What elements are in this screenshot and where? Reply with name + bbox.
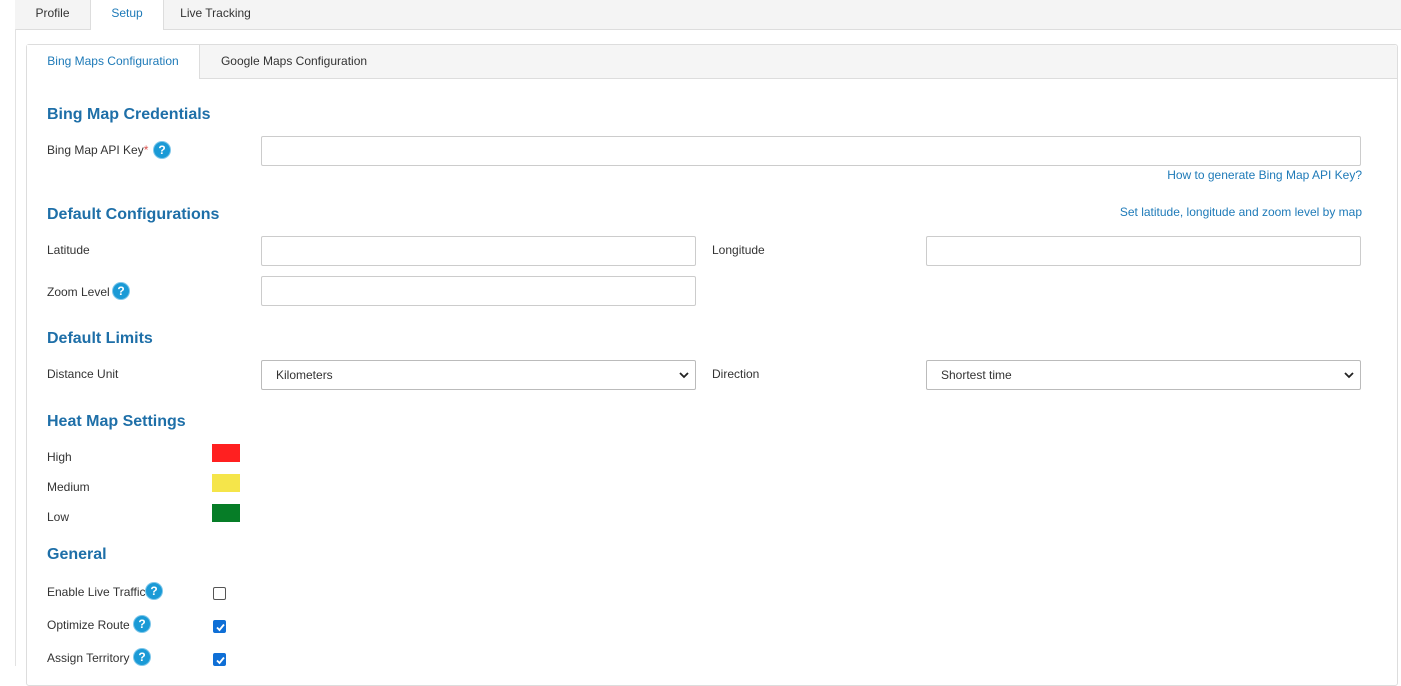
distance-unit-select[interactable]: Kilometers [261, 360, 696, 390]
api-key-label-text: Bing Map API Key [47, 143, 144, 157]
section-title-credentials: Bing Map Credentials [47, 106, 211, 123]
distance-unit-label: Distance Unit [47, 367, 119, 381]
heat-high-label: High [47, 450, 72, 464]
longitude-label: Longitude [712, 243, 765, 257]
checkmark-icon [216, 623, 225, 632]
zoom-level-label: Zoom Level [47, 285, 110, 299]
assign-territory-checkbox[interactable] [213, 653, 226, 666]
set-by-map-link[interactable]: Set latitude, longitude and zoom level b… [1120, 205, 1362, 219]
section-title-default-limits: Default Limits [47, 330, 153, 347]
generate-api-key-link[interactable]: How to generate Bing Map API Key? [1167, 168, 1362, 182]
assign-territory-label: Assign Territory [47, 651, 130, 665]
heat-high-color-swatch[interactable] [212, 444, 240, 462]
latitude-input[interactable] [261, 236, 696, 266]
api-key-label: Bing Map API Key* [47, 143, 148, 157]
api-key-help-icon[interactable]: ? [154, 142, 170, 158]
direction-label: Direction [712, 367, 760, 381]
zoom-level-input[interactable] [261, 276, 696, 306]
tab-profile[interactable]: Profile [15, 0, 90, 29]
content-left-border [15, 29, 16, 666]
api-key-input[interactable] [261, 136, 1361, 166]
chevron-down-icon [1344, 372, 1354, 379]
heat-low-color-swatch[interactable] [212, 504, 240, 522]
section-title-default-configurations: Default Configurations [47, 206, 220, 223]
enable-live-traffic-label: Enable Live Traffic [47, 585, 146, 599]
map-config-tab-bar: Bing Maps Configuration Google Maps Conf… [27, 45, 1397, 79]
required-mark: * [143, 143, 149, 157]
section-title-heat-map: Heat Map Settings [47, 413, 186, 430]
heat-medium-color-swatch[interactable] [212, 474, 240, 492]
assign-territory-help-icon[interactable]: ? [134, 649, 150, 665]
section-title-general: General [47, 546, 107, 563]
optimize-route-help-icon[interactable]: ? [134, 616, 150, 632]
enable-live-traffic-help-icon[interactable]: ? [146, 583, 162, 599]
direction-select[interactable]: Shortest time [926, 360, 1361, 390]
latitude-label: Latitude [47, 243, 90, 257]
configuration-panel: Bing Maps Configuration Google Maps Conf… [26, 44, 1398, 686]
heat-low-label: Low [47, 510, 70, 524]
enable-live-traffic-checkbox[interactable] [213, 587, 226, 600]
tab-bing-maps-configuration[interactable]: Bing Maps Configuration [27, 45, 200, 79]
direction-value: Shortest time [941, 368, 1012, 382]
zoom-level-help-icon[interactable]: ? [113, 283, 129, 299]
optimize-route-label: Optimize Route [47, 618, 130, 632]
tab-live-tracking[interactable]: Live Tracking [163, 0, 268, 29]
tab-setup[interactable]: Setup [90, 0, 164, 30]
checkmark-icon [216, 656, 225, 665]
longitude-input[interactable] [926, 236, 1361, 266]
optimize-route-checkbox[interactable] [213, 620, 226, 633]
distance-unit-value: Kilometers [276, 368, 333, 382]
chevron-down-icon [679, 372, 689, 379]
tab-google-maps-configuration[interactable]: Google Maps Configuration [200, 45, 388, 78]
heat-medium-label: Medium [47, 480, 90, 494]
top-tab-bar: Profile Setup Live Tracking [15, 0, 1401, 30]
